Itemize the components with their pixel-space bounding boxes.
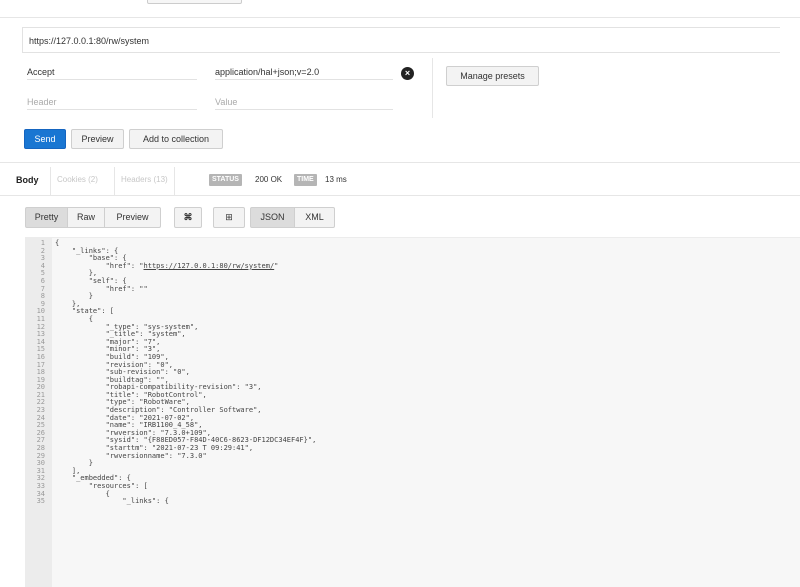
code-link[interactable]: https://127.0.0.1:80/rw/system/ bbox=[144, 262, 275, 270]
xml-format-button[interactable]: XML bbox=[294, 207, 335, 228]
header-key-field[interactable] bbox=[27, 64, 197, 80]
url-bar bbox=[22, 27, 780, 53]
line-number: 6 bbox=[40, 276, 45, 285]
wrap-icon[interactable]: ⌘ bbox=[174, 207, 202, 228]
line-number: 3 bbox=[40, 254, 45, 263]
line-number: 2 bbox=[40, 246, 45, 255]
code-line: 29 "rwversionname": "7.3.0" bbox=[25, 452, 800, 461]
code-lines: 1{2 "_links": {3 "base": {4 "href": "htt… bbox=[25, 239, 800, 506]
add-to-collection-button[interactable]: Add to collection bbox=[129, 129, 223, 149]
code-line: 4 "href": "https://127.0.0.1:80/rw/syste… bbox=[25, 261, 800, 271]
json-format-button[interactable]: JSON bbox=[250, 207, 295, 228]
top-button-stub[interactable] bbox=[147, 0, 242, 4]
new-header-value-field[interactable] bbox=[215, 94, 393, 110]
preview-button[interactable]: Preview bbox=[71, 129, 124, 149]
response-divider bbox=[0, 162, 800, 163]
line-number: 7 bbox=[40, 284, 45, 293]
send-button[interactable]: Send bbox=[24, 129, 66, 149]
tabs-divider bbox=[0, 195, 800, 196]
code-line: 30 } bbox=[25, 460, 800, 468]
top-bar bbox=[0, 0, 800, 18]
line-number: 8 bbox=[40, 292, 45, 301]
line-number: 1 bbox=[40, 239, 45, 247]
tab-headers[interactable]: Headers (13) bbox=[114, 167, 175, 195]
code-line: 35 "_links": { bbox=[25, 498, 800, 506]
time-badge: TIME bbox=[294, 174, 317, 186]
code-line: 9 }, bbox=[25, 300, 800, 309]
time-value: 13 ms bbox=[325, 175, 347, 184]
response-body: 1{2 "_links": {3 "base": {4 "href": "htt… bbox=[25, 237, 800, 587]
copy-icon[interactable]: ⊞ bbox=[213, 207, 245, 228]
code-line: 1{ bbox=[25, 239, 800, 248]
tab-cookies[interactable]: Cookies (2) bbox=[50, 167, 104, 195]
line-number: 5 bbox=[40, 269, 45, 278]
raw-view-button[interactable]: Raw bbox=[67, 207, 105, 228]
code-line: 2 "_links": { bbox=[25, 246, 800, 256]
preview-view-button[interactable]: Preview bbox=[104, 207, 161, 228]
code-line: 8 } bbox=[25, 293, 800, 301]
line-number: 35 bbox=[36, 497, 45, 506]
url-input[interactable] bbox=[29, 34, 769, 48]
status-value: 200 OK bbox=[255, 175, 283, 184]
vertical-divider bbox=[432, 58, 433, 118]
code-line: 10 "state": [ bbox=[25, 308, 800, 316]
code-line: 31 ], bbox=[25, 467, 800, 476]
header-value-field[interactable] bbox=[215, 64, 393, 80]
line-number: 4 bbox=[40, 261, 45, 270]
status-badge: STATUS bbox=[209, 174, 242, 186]
pretty-view-button[interactable]: Pretty bbox=[25, 207, 68, 228]
code-line: 5 }, bbox=[25, 270, 800, 278]
new-header-key-field[interactable] bbox=[27, 94, 197, 110]
code-line: 7 "href": "" bbox=[25, 284, 800, 294]
remove-header-icon[interactable]: × bbox=[401, 67, 414, 80]
manage-presets-button[interactable]: Manage presets bbox=[446, 66, 539, 86]
code-text: "_links": { bbox=[55, 497, 169, 506]
tab-body[interactable]: Body bbox=[10, 167, 45, 195]
code-line: 33 "resources": [ bbox=[25, 482, 800, 491]
